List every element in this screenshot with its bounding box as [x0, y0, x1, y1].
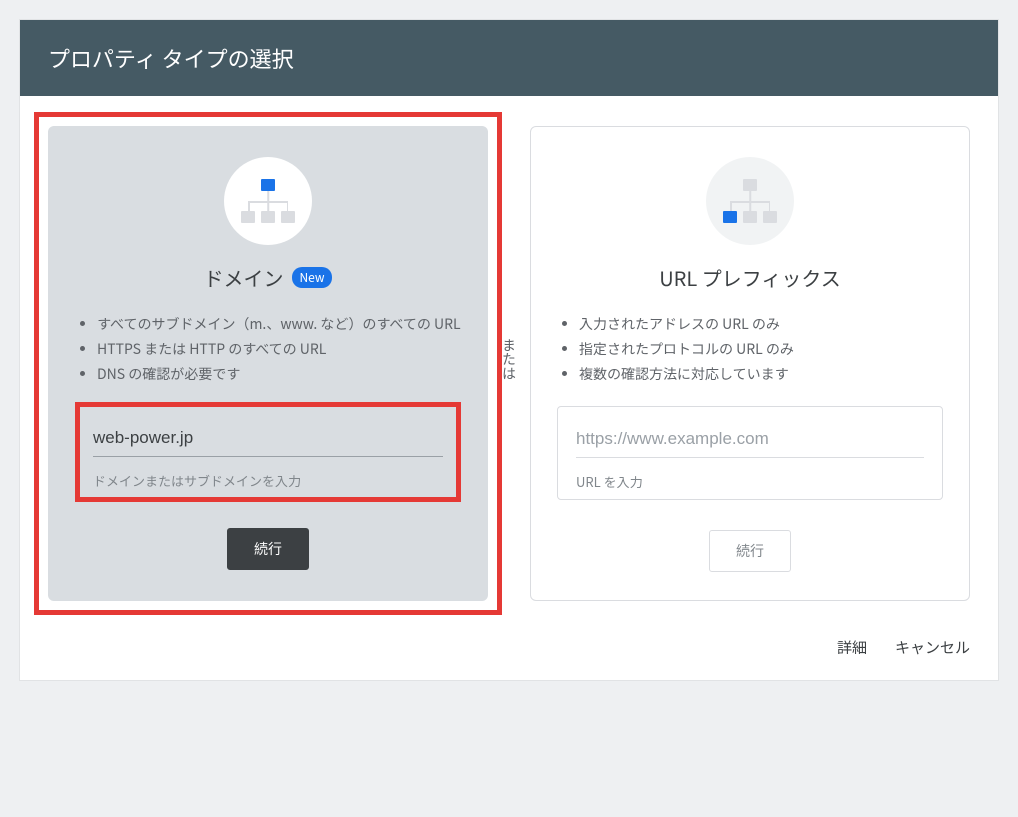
modal-footer: 詳細 キャンセル [20, 621, 998, 680]
list-item: 入力されたアドレスの URL のみ [579, 312, 943, 337]
sitemap-icon [241, 179, 295, 223]
list-item: 指定されたプロトコルの URL のみ [579, 337, 943, 362]
url-input-helper: URL を入力 [576, 472, 924, 491]
list-item: HTTPS または HTTP のすべての URL [97, 337, 461, 362]
list-item: 複数の確認方法に対応しています [579, 362, 943, 387]
new-badge: New [292, 267, 333, 288]
list-item: すべてのサブドメイン（m.、www. など）のすべての URL [97, 312, 461, 337]
domain-card-wrap: ドメイン New すべてのサブドメイン（m.、www. など）のすべての URL… [48, 126, 488, 601]
domain-icon-circle [224, 157, 312, 245]
modal-title: プロパティ タイプの選択 [48, 42, 294, 74]
modal-content: ドメイン New すべてのサブドメイン（m.、www. など）のすべての URL… [20, 96, 998, 621]
url-input[interactable] [576, 421, 924, 458]
domain-input[interactable] [93, 420, 443, 457]
url-icon-circle [706, 157, 794, 245]
url-card-title: URL プレフィックス [659, 263, 840, 292]
list-item: DNS の確認が必要です [97, 362, 461, 387]
url-bullets: 入力されたアドレスの URL のみ 指定されたプロトコルの URL のみ 複数の… [557, 312, 943, 388]
url-card-title-row: URL プレフィックス [659, 263, 840, 292]
url-continue-button[interactable]: 続行 [709, 530, 791, 572]
url-input-area: URL を入力 [557, 406, 943, 500]
domain-card-title: ドメイン [204, 263, 284, 292]
domain-card[interactable]: ドメイン New すべてのサブドメイン（m.、www. など）のすべての URL… [48, 126, 488, 601]
separator-label: または [502, 337, 516, 379]
sitemap-icon [723, 179, 777, 223]
cancel-link[interactable]: キャンセル [895, 637, 970, 658]
property-type-modal: プロパティ タイプの選択 ドメイン New [20, 20, 998, 680]
domain-bullets: すべてのサブドメイン（m.、www. など）のすべての URL HTTPS また… [75, 312, 461, 388]
domain-card-title-row: ドメイン New [204, 263, 333, 292]
url-card-wrap: URL プレフィックス 入力されたアドレスの URL のみ 指定されたプロトコル… [530, 126, 970, 601]
domain-input-helper: ドメインまたはサブドメインを入力 [93, 471, 443, 490]
domain-input-area: ドメインまたはサブドメインを入力 [75, 406, 461, 498]
detail-link[interactable]: 詳細 [837, 637, 867, 658]
url-prefix-card[interactable]: URL プレフィックス 入力されたアドレスの URL のみ 指定されたプロトコル… [530, 126, 970, 601]
modal-header: プロパティ タイプの選択 [20, 20, 998, 96]
domain-continue-button[interactable]: 続行 [227, 528, 309, 570]
